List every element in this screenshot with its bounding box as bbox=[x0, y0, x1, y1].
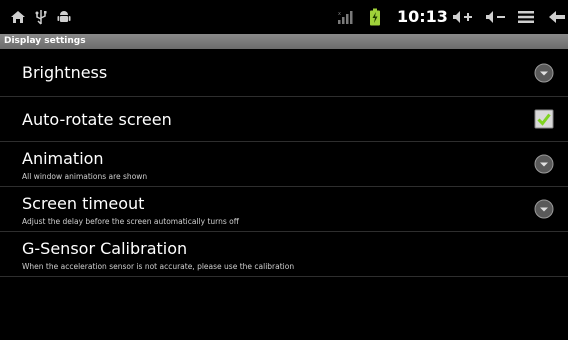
settings-list: Brightness Auto-rotate screen Animation … bbox=[0, 49, 568, 277]
back-icon[interactable] bbox=[548, 0, 566, 34]
setting-title: Screen timeout bbox=[22, 194, 145, 213]
setting-g-sensor-calibration[interactable]: G-Sensor Calibration When the accelerati… bbox=[0, 232, 568, 277]
status-bar: x 10:13 bbox=[0, 0, 568, 34]
volume-down-icon[interactable] bbox=[485, 0, 507, 34]
setting-title: G-Sensor Calibration bbox=[22, 239, 188, 258]
setting-auto-rotate[interactable]: Auto-rotate screen bbox=[0, 97, 568, 142]
status-clock: 10:13 bbox=[397, 7, 448, 26]
setting-animation[interactable]: Animation All window animations are show… bbox=[0, 142, 568, 187]
chevron-down-icon[interactable] bbox=[534, 199, 554, 219]
checkbox[interactable] bbox=[534, 109, 554, 129]
signal-icon: x bbox=[337, 0, 353, 34]
setting-brightness[interactable]: Brightness bbox=[0, 49, 568, 97]
menu-icon[interactable] bbox=[517, 0, 535, 34]
page-title: Display settings bbox=[0, 34, 568, 49]
volume-up-icon[interactable] bbox=[452, 0, 474, 34]
battery-charging-icon bbox=[369, 0, 381, 34]
setting-summary: Adjust the delay before the screen autom… bbox=[22, 217, 239, 226]
home-icon[interactable] bbox=[10, 0, 26, 34]
chevron-down-icon[interactable] bbox=[534, 154, 554, 174]
chevron-down-icon[interactable] bbox=[534, 63, 554, 83]
setting-summary: All window animations are shown bbox=[22, 172, 148, 181]
setting-title: Auto-rotate screen bbox=[22, 109, 172, 129]
setting-summary: When the acceleration sensor is not accu… bbox=[22, 262, 295, 271]
android-debug-icon bbox=[57, 0, 71, 34]
setting-title: Animation bbox=[22, 149, 104, 168]
usb-icon bbox=[34, 0, 48, 34]
setting-screen-timeout[interactable]: Screen timeout Adjust the delay before t… bbox=[0, 187, 568, 232]
svg-text:x: x bbox=[338, 11, 341, 17]
setting-title: Brightness bbox=[22, 63, 108, 82]
